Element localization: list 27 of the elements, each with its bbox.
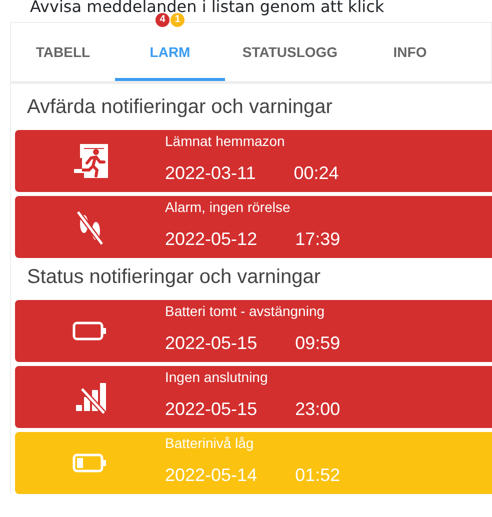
section-title: Status notifieringar och varningar (27, 265, 322, 290)
tab[interactable]: STATUSLOGG (225, 23, 355, 81)
notification-time: 09:59 (295, 332, 340, 355)
notification-time: 17:39 (295, 228, 340, 251)
notification-title: Ingen anslutning (165, 368, 269, 386)
notification-item[interactable]: Lämnat hemmazon 2022-03-11 00:24 (15, 130, 492, 192)
count-badge: 1 (170, 13, 184, 27)
notification-date: 2022-05-15 (165, 332, 258, 355)
notification-title: Alarm, ingen rörelse (165, 198, 292, 216)
notification-title: Lämnat hemmazon (165, 132, 286, 150)
notification-time: 23:00 (295, 398, 340, 421)
count-badge: 4 (156, 13, 170, 27)
tab[interactable]: TABELL (11, 23, 115, 81)
notification-time: 00:24 (294, 162, 339, 185)
notification-time: 01:52 (295, 464, 340, 487)
notification-item[interactable]: Alarm, ingen rörelse 2022-05-12 17:39 (15, 196, 492, 258)
notification-title: Batteri tomt - avstängning (165, 302, 326, 320)
notification-title: Batterinivå låg (165, 434, 255, 452)
notification-date: 2022-05-15 (165, 398, 258, 421)
notification-item[interactable]: Ingen anslutning 2022-05-15 23:00 (15, 366, 492, 428)
tab[interactable]: INFO (355, 23, 465, 81)
notification-date: 2022-05-14 (165, 464, 258, 487)
section-title: Avfärda notifieringar och varningar (27, 95, 334, 120)
notification-item[interactable]: Batteri tomt - avstängning 2022-05-15 09:59 (15, 300, 492, 362)
notification-date: 2022-05-12 (165, 228, 258, 251)
notification-date: 2022-03-11 (165, 162, 256, 185)
instruction-text: Avvisa meddelanden i listan genom att klick (30, 0, 386, 16)
